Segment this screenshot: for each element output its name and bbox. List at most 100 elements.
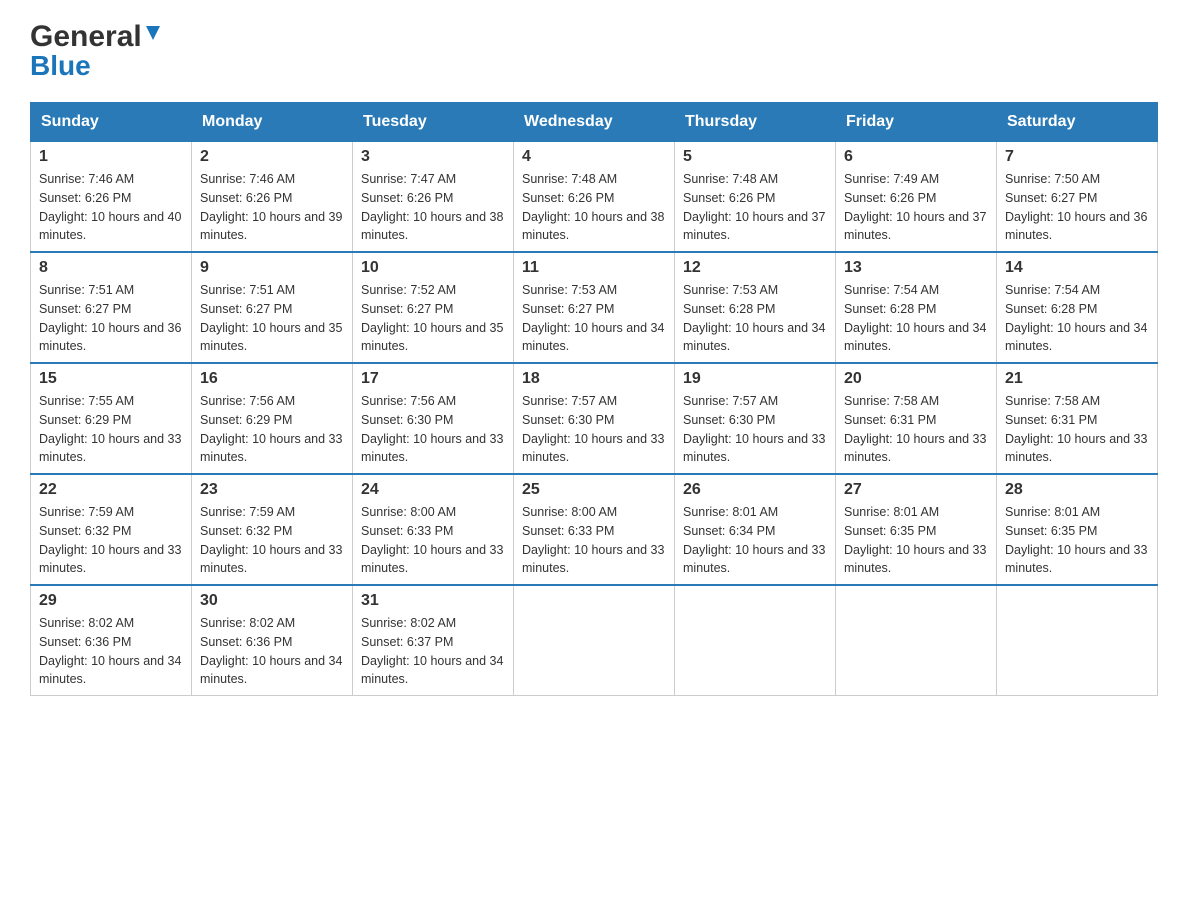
day-info: Sunrise: 7:48 AMSunset: 6:26 PMDaylight:…	[683, 170, 827, 245]
calendar-cell: 26 Sunrise: 8:01 AMSunset: 6:34 PMDayligh…	[675, 474, 836, 585]
calendar-cell: 23Sunrise: 7:59 AMSunset: 6:32 PMDayligh…	[192, 474, 353, 585]
calendar-header-friday: Friday	[836, 103, 997, 142]
day-number: 15	[39, 370, 183, 388]
calendar-cell: 10Sunrise: 7:52 AMSunset: 6:27 PMDayligh…	[353, 252, 514, 363]
day-number: 4	[522, 148, 666, 166]
calendar-cell: 4Sunrise: 7:48 AMSunset: 6:26 PMDaylight…	[514, 142, 675, 253]
calendar-header-monday: Monday	[192, 103, 353, 142]
calendar-cell: 3 Sunrise: 7:47 AMSunset: 6:26 PMDaylight…	[353, 142, 514, 253]
calendar-cell: 28 Sunrise: 8:01 AMSunset: 6:35 PMDayligh…	[997, 474, 1158, 585]
calendar-cell: 7Sunrise: 7:50 AMSunset: 6:27 PMDaylight…	[997, 142, 1158, 253]
calendar-cell: 19 Sunrise: 7:57 AMSunset: 6:30 PMDayligh…	[675, 363, 836, 474]
calendar-cell: 17 Sunrise: 7:56 AMSunset: 6:30 PMDayligh…	[353, 363, 514, 474]
day-number: 12	[683, 259, 827, 277]
day-info: Sunrise: 8:00 AMSunset: 6:33 PMDaylight:…	[522, 503, 666, 578]
day-info: Sunrise: 7:46 AMSunset: 6:26 PMDaylight:…	[39, 170, 183, 245]
day-number: 23	[200, 481, 344, 499]
calendar-cell: 20Sunrise: 7:58 AMSunset: 6:31 PMDayligh…	[836, 363, 997, 474]
day-number: 31	[361, 592, 505, 610]
calendar-cell: 1Sunrise: 7:46 AMSunset: 6:26 PMDaylight…	[31, 142, 192, 253]
calendar-cell: 13 Sunrise: 7:54 AMSunset: 6:28 PMDayligh…	[836, 252, 997, 363]
day-info: Sunrise: 7:49 AMSunset: 6:26 PMDaylight:…	[844, 170, 988, 245]
day-info: Sunrise: 7:51 AMSunset: 6:27 PMDaylight:…	[39, 281, 183, 356]
page-header: General Blue	[30, 20, 1158, 82]
day-info: Sunrise: 7:53 AMSunset: 6:27 PMDaylight:…	[522, 281, 666, 356]
calendar-body: 1Sunrise: 7:46 AMSunset: 6:26 PMDaylight…	[31, 142, 1158, 696]
calendar-cell: 24 Sunrise: 8:00 AMSunset: 6:33 PMDayligh…	[353, 474, 514, 585]
day-number: 29	[39, 592, 183, 610]
calendar-header-thursday: Thursday	[675, 103, 836, 142]
day-number: 21	[1005, 370, 1149, 388]
calendar-week-row: 22Sunrise: 7:59 AMSunset: 6:32 PMDayligh…	[31, 474, 1158, 585]
day-info: Sunrise: 7:58 AMSunset: 6:31 PMDaylight:…	[1005, 392, 1149, 467]
day-number: 2	[200, 148, 344, 166]
day-number: 30	[200, 592, 344, 610]
calendar-week-row: 29 Sunrise: 8:02 AMSunset: 6:36 PMDayligh…	[31, 585, 1158, 696]
calendar-cell: 8Sunrise: 7:51 AMSunset: 6:27 PMDaylight…	[31, 252, 192, 363]
day-number: 11	[522, 259, 666, 277]
calendar-cell: 21 Sunrise: 7:58 AMSunset: 6:31 PMDayligh…	[997, 363, 1158, 474]
day-number: 25	[522, 481, 666, 499]
calendar-cell: 15Sunrise: 7:55 AMSunset: 6:29 PMDayligh…	[31, 363, 192, 474]
day-number: 18	[522, 370, 666, 388]
day-number: 26	[683, 481, 827, 499]
calendar-cell: 22Sunrise: 7:59 AMSunset: 6:32 PMDayligh…	[31, 474, 192, 585]
calendar-cell: 5 Sunrise: 7:48 AMSunset: 6:26 PMDaylight…	[675, 142, 836, 253]
logo-general-text: General	[30, 20, 142, 54]
calendar-header-saturday: Saturday	[997, 103, 1158, 142]
calendar-cell: 14Sunrise: 7:54 AMSunset: 6:28 PMDayligh…	[997, 252, 1158, 363]
day-info: Sunrise: 7:56 AMSunset: 6:30 PMDaylight:…	[361, 392, 505, 467]
day-number: 24	[361, 481, 505, 499]
day-info: Sunrise: 8:01 AMSunset: 6:35 PMDaylight:…	[844, 503, 988, 578]
day-number: 28	[1005, 481, 1149, 499]
calendar-cell: 29 Sunrise: 8:02 AMSunset: 6:36 PMDayligh…	[31, 585, 192, 696]
day-info: Sunrise: 7:47 AMSunset: 6:26 PMDaylight:…	[361, 170, 505, 245]
day-number: 3	[361, 148, 505, 166]
calendar-cell: 9Sunrise: 7:51 AMSunset: 6:27 PMDaylight…	[192, 252, 353, 363]
day-info: Sunrise: 7:57 AMSunset: 6:30 PMDaylight:…	[683, 392, 827, 467]
day-number: 17	[361, 370, 505, 388]
logo: General Blue	[30, 20, 164, 82]
calendar-cell: 27 Sunrise: 8:01 AMSunset: 6:35 PMDayligh…	[836, 474, 997, 585]
calendar-cell	[997, 585, 1158, 696]
calendar-cell: 6 Sunrise: 7:49 AMSunset: 6:26 PMDaylight…	[836, 142, 997, 253]
calendar-cell: 12Sunrise: 7:53 AMSunset: 6:28 PMDayligh…	[675, 252, 836, 363]
day-number: 19	[683, 370, 827, 388]
calendar-header-row: SundayMondayTuesdayWednesdayThursdayFrid…	[31, 103, 1158, 142]
calendar-cell: 30 Sunrise: 8:02 AMSunset: 6:36 PMDayligh…	[192, 585, 353, 696]
calendar-cell: 2Sunrise: 7:46 AMSunset: 6:26 PMDaylight…	[192, 142, 353, 253]
day-number: 9	[200, 259, 344, 277]
calendar-cell: 16 Sunrise: 7:56 AMSunset: 6:29 PMDayligh…	[192, 363, 353, 474]
calendar-cell: 25 Sunrise: 8:00 AMSunset: 6:33 PMDayligh…	[514, 474, 675, 585]
calendar-header-sunday: Sunday	[31, 103, 192, 142]
logo-arrow-icon	[142, 22, 164, 49]
day-number: 14	[1005, 259, 1149, 277]
calendar-cell: 11 Sunrise: 7:53 AMSunset: 6:27 PMDayligh…	[514, 252, 675, 363]
day-number: 27	[844, 481, 988, 499]
day-number: 6	[844, 148, 988, 166]
day-info: Sunrise: 8:02 AMSunset: 6:36 PMDaylight:…	[39, 614, 183, 689]
day-number: 13	[844, 259, 988, 277]
day-info: Sunrise: 7:56 AMSunset: 6:29 PMDaylight:…	[200, 392, 344, 467]
calendar-week-row: 15Sunrise: 7:55 AMSunset: 6:29 PMDayligh…	[31, 363, 1158, 474]
day-info: Sunrise: 8:00 AMSunset: 6:33 PMDaylight:…	[361, 503, 505, 578]
logo-blue-text: Blue	[30, 50, 91, 82]
day-info: Sunrise: 8:02 AMSunset: 6:36 PMDaylight:…	[200, 614, 344, 689]
calendar-header-wednesday: Wednesday	[514, 103, 675, 142]
day-info: Sunrise: 7:59 AMSunset: 6:32 PMDaylight:…	[39, 503, 183, 578]
calendar-cell	[514, 585, 675, 696]
calendar-cell	[675, 585, 836, 696]
calendar-week-row: 8Sunrise: 7:51 AMSunset: 6:27 PMDaylight…	[31, 252, 1158, 363]
day-info: Sunrise: 8:01 AMSunset: 6:35 PMDaylight:…	[1005, 503, 1149, 578]
day-number: 5	[683, 148, 827, 166]
day-info: Sunrise: 7:57 AMSunset: 6:30 PMDaylight:…	[522, 392, 666, 467]
calendar-table: SundayMondayTuesdayWednesdayThursdayFrid…	[30, 102, 1158, 696]
day-info: Sunrise: 7:52 AMSunset: 6:27 PMDaylight:…	[361, 281, 505, 356]
calendar-week-row: 1Sunrise: 7:46 AMSunset: 6:26 PMDaylight…	[31, 142, 1158, 253]
calendar-cell: 31Sunrise: 8:02 AMSunset: 6:37 PMDayligh…	[353, 585, 514, 696]
day-info: Sunrise: 7:54 AMSunset: 6:28 PMDaylight:…	[844, 281, 988, 356]
day-info: Sunrise: 8:01 AMSunset: 6:34 PMDaylight:…	[683, 503, 827, 578]
day-info: Sunrise: 7:58 AMSunset: 6:31 PMDaylight:…	[844, 392, 988, 467]
day-info: Sunrise: 7:50 AMSunset: 6:27 PMDaylight:…	[1005, 170, 1149, 245]
day-number: 16	[200, 370, 344, 388]
